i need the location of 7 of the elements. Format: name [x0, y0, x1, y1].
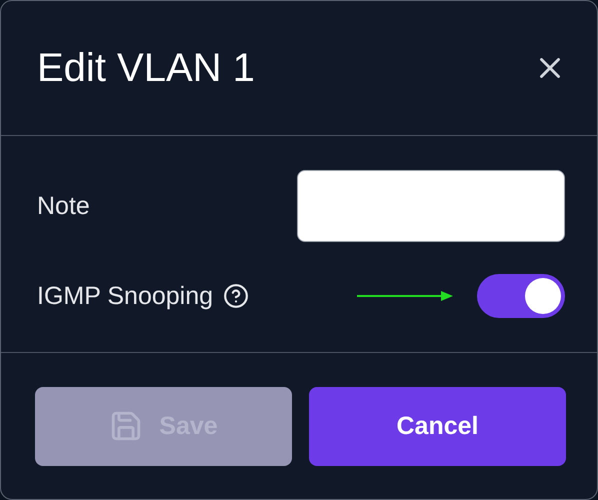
note-input-field[interactable] — [297, 170, 565, 242]
toggle-switch[interactable] — [477, 274, 565, 318]
help-icon[interactable] — [223, 283, 250, 309]
field-label: IGMP Snooping — [37, 282, 214, 310]
cancel-button[interactable]: Cancel — [309, 386, 566, 466]
dialog-title: Edit VLAN 1 — [37, 46, 255, 90]
field-label: Note — [37, 192, 90, 220]
